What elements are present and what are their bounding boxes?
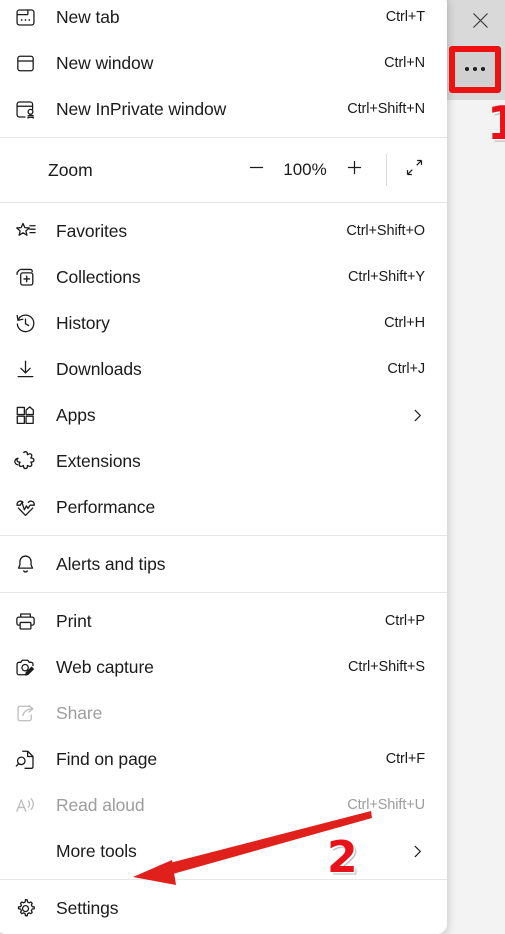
menu-item-web-capture[interactable]: Web capture Ctrl+Shift+S — [0, 644, 447, 690]
inprivate-icon — [14, 94, 48, 124]
menu-item-shortcut: Ctrl+J — [387, 361, 425, 377]
downloads-icon — [14, 354, 48, 384]
menu-item-label: Extensions — [56, 450, 141, 471]
close-window-button[interactable] — [455, 0, 505, 40]
menu-item-shortcut: Ctrl+Shift+S — [348, 659, 425, 675]
find-icon — [14, 744, 48, 774]
menu-item-label: Favorites — [56, 220, 128, 241]
menu-item-label: New window — [56, 52, 154, 73]
menu-item-find-on-page[interactable]: Find on page Ctrl+F — [0, 736, 447, 782]
menu-item-label: Print — [56, 610, 92, 631]
menu-item-print[interactable]: Print Ctrl+P — [0, 598, 447, 644]
menu-item-label: Share — [56, 702, 103, 723]
menu-item-shortcut: Ctrl+T — [385, 9, 425, 25]
menu-item-label: Web capture — [56, 656, 154, 677]
menu-item-more-tools[interactable]: More tools — [0, 828, 447, 874]
history-icon — [14, 308, 48, 338]
favorites-icon — [14, 216, 48, 246]
print-icon — [14, 606, 48, 636]
menu-item-shortcut: Ctrl+Shift+N — [347, 101, 425, 117]
zoom-in-button[interactable] — [334, 152, 374, 188]
menu-item-apps[interactable]: Apps — [0, 392, 447, 438]
menu-item-shortcut: Ctrl+Shift+Y — [348, 269, 425, 285]
menu-group-browse: Favorites Ctrl+Shift+O Collections Ctrl+… — [0, 208, 447, 530]
menu-item-shortcut: Ctrl+P — [384, 613, 425, 629]
fullscreen-icon — [404, 157, 425, 183]
menu-item-shortcut: Ctrl+H — [384, 315, 425, 331]
web-capture-icon — [14, 652, 48, 682]
menu-group-settings: Settings Help and feedback — [0, 885, 447, 934]
no-icon-placeholder — [14, 836, 48, 866]
menu-group-tools: Print Ctrl+P Web capture Ctrl+Shift+S Sh… — [0, 598, 447, 874]
menu-item-new-tab[interactable]: New tab Ctrl+T — [0, 0, 447, 40]
plus-icon — [344, 157, 365, 183]
menu-item-alerts-and-tips[interactable]: Alerts and tips — [0, 541, 447, 587]
menu-item-extensions[interactable]: Extensions — [0, 438, 447, 484]
menu-item-downloads[interactable]: Downloads Ctrl+J — [0, 346, 447, 392]
menu-item-label: Settings — [56, 897, 119, 918]
fullscreen-button[interactable] — [397, 153, 431, 187]
menu-divider — [0, 879, 447, 880]
menu-item-settings[interactable]: Settings — [0, 885, 447, 931]
ellipsis-icon — [465, 67, 469, 71]
menu-item-new-inprivate-window[interactable]: New InPrivate window Ctrl+Shift+N — [0, 86, 447, 132]
chevron-right-icon — [405, 408, 425, 423]
share-icon — [14, 698, 48, 728]
menu-item-shortcut: Ctrl+F — [385, 751, 425, 767]
zoom-out-button[interactable] — [236, 152, 276, 188]
menu-item-label: Performance — [56, 496, 156, 517]
apps-icon — [14, 400, 48, 430]
menu-item-label: History — [56, 312, 110, 333]
new-tab-icon — [14, 2, 48, 32]
menu-item-collections[interactable]: Collections Ctrl+Shift+Y — [0, 254, 447, 300]
extensions-icon — [14, 446, 48, 476]
menu-item-history[interactable]: History Ctrl+H — [0, 300, 447, 346]
ellipsis-icon-dot — [473, 67, 477, 71]
menu-divider — [0, 592, 447, 593]
menu-item-label: More tools — [56, 840, 137, 861]
menu-item-label: New InPrivate window — [56, 98, 227, 119]
close-icon — [471, 11, 490, 30]
menu-divider — [0, 202, 447, 203]
menu-item-performance[interactable]: Performance — [0, 484, 447, 530]
zoom-level-value: 100% — [283, 160, 327, 179]
menu-item-label: Apps — [56, 404, 96, 425]
menu-group-new: New tab Ctrl+T New window Ctrl+N New InP… — [0, 0, 447, 132]
chevron-right-icon — [405, 844, 425, 859]
menu-item-label: Collections — [56, 266, 141, 287]
menu-item-label: Alerts and tips — [56, 553, 166, 574]
minus-icon — [246, 157, 267, 183]
menu-zoom-row: Zoom 100% — [0, 143, 447, 197]
ellipsis-icon-dot — [481, 67, 485, 71]
menu-group-alerts: Alerts and tips — [0, 541, 447, 587]
read-aloud-icon — [14, 790, 48, 820]
menu-divider — [0, 535, 447, 536]
menu-item-share: Share — [0, 690, 447, 736]
bell-icon — [14, 549, 48, 579]
menu-item-label: Read aloud — [56, 794, 145, 815]
menu-item-shortcut: Ctrl+N — [384, 55, 425, 71]
menu-item-label: Downloads — [56, 358, 142, 379]
browser-settings-and-more-button[interactable] — [455, 52, 495, 86]
menu-item-shortcut: Ctrl+Shift+U — [347, 797, 425, 813]
zoom-label: Zoom — [48, 159, 93, 180]
collections-icon — [14, 262, 48, 292]
menu-item-new-window[interactable]: New window Ctrl+N — [0, 40, 447, 86]
new-window-icon — [14, 48, 48, 78]
menu-item-label: New tab — [56, 6, 120, 27]
zoom-separator — [386, 154, 387, 186]
menu-item-read-aloud: Read aloud Ctrl+Shift+U — [0, 782, 447, 828]
menu-item-shortcut: Ctrl+Shift+O — [346, 223, 425, 239]
performance-icon — [14, 492, 48, 522]
menu-item-favorites[interactable]: Favorites Ctrl+Shift+O — [0, 208, 447, 254]
menu-item-label: Find on page — [56, 748, 157, 769]
menu-divider — [0, 137, 447, 138]
settings-icon — [14, 893, 48, 923]
edge-main-menu: New tab Ctrl+T New window Ctrl+N New InP… — [0, 0, 447, 934]
